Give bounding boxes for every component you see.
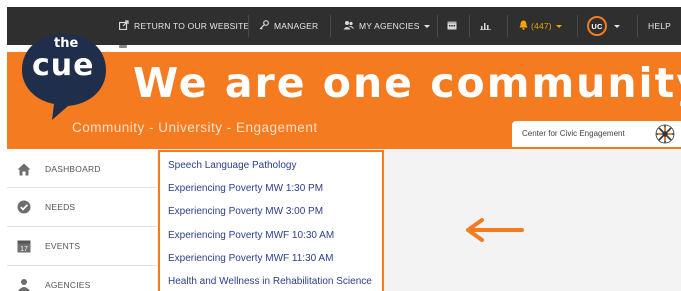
sidebar-item-label: AGENCIES (45, 280, 91, 290)
chevron-down-icon (614, 24, 620, 28)
agency-icon (7, 278, 41, 291)
user-menu[interactable]: UC (587, 7, 620, 45)
civic-engagement-label: Center for Civic Engagement (522, 129, 625, 138)
sidebar-item-agencies[interactable]: AGENCIES (7, 265, 157, 291)
chevron-down-icon (423, 24, 430, 28)
nav-divider (577, 15, 578, 37)
user-initials: UC (591, 21, 603, 31)
calendar-icon: 17 (7, 239, 41, 253)
bell-icon (519, 20, 528, 33)
notifications-dropdown[interactable]: (447) (519, 7, 562, 45)
external-link-icon (118, 19, 129, 33)
return-to-website-link[interactable]: RETURN TO OUR WEBSITE (118, 7, 250, 45)
notifications-count: (447) (531, 21, 552, 31)
stats-button[interactable] (480, 7, 491, 45)
nav-divider (248, 15, 249, 37)
banner-headline: We are one community. (133, 59, 681, 107)
return-to-website-label: RETURN TO OUR WEBSITE (134, 21, 250, 31)
dropdown-item[interactable]: Health and Wellness in Rehabilitation Sc… (168, 276, 372, 287)
chevron-down-icon (555, 24, 562, 28)
bar-chart-icon (480, 20, 491, 33)
sidebar: DASHBOARD NEEDS 17 EVENTS AGENCIES (7, 149, 157, 291)
sidebar-item-dashboard[interactable]: DASHBOARD (7, 149, 157, 189)
sidebar-item-needs[interactable]: NEEDS (7, 187, 157, 227)
nav-divider (469, 15, 470, 37)
dropdown-item[interactable]: Experiencing Poverty MWF 11:30 AM (168, 253, 333, 264)
manager-link[interactable]: MANAGER (259, 7, 318, 45)
arrow-left-icon (466, 218, 524, 247)
course-dropdown-list: Speech Language Pathology Experiencing P… (158, 150, 384, 291)
avatar: UC (587, 16, 607, 36)
the-cue-logo[interactable]: the cue (18, 30, 110, 122)
civic-engagement-badge: Center for Civic Engagement (512, 121, 681, 147)
sidebar-item-label: NEEDS (45, 202, 76, 212)
key-icon (259, 19, 269, 33)
check-circle-icon (7, 200, 41, 214)
calendar-icon (447, 20, 457, 33)
home-icon (7, 163, 41, 176)
dropdown-item[interactable]: Experiencing Poverty MW 1:30 PM (168, 183, 323, 194)
logo-text-cue: cue (32, 48, 95, 83)
sidebar-item-label: EVENTS (45, 241, 81, 251)
sidebar-item-events[interactable]: 17 EVENTS (7, 226, 157, 266)
users-icon (343, 20, 354, 33)
help-link[interactable]: HELP (648, 7, 671, 45)
nav-divider (637, 15, 638, 37)
nav-divider (507, 15, 508, 37)
sidebar-item-label: DASHBOARD (45, 164, 101, 174)
my-agencies-dropdown[interactable]: MY AGENCIES (343, 7, 430, 45)
my-agencies-label: MY AGENCIES (359, 21, 420, 31)
calendar-button[interactable] (447, 7, 457, 45)
calendar-day-text: 17 (20, 246, 28, 253)
manager-label: MANAGER (274, 21, 319, 31)
dropdown-item[interactable]: Experiencing Poverty MW 3:00 PM (168, 206, 323, 217)
dropdown-item[interactable]: Speech Language Pathology (168, 160, 296, 171)
nav-divider (330, 15, 331, 37)
banner-tagline: Community - University - Engagement (72, 120, 318, 135)
dropdown-item[interactable]: Experiencing Poverty MWF 10:30 AM (168, 230, 334, 241)
help-label: HELP (648, 21, 672, 31)
nav-divider (437, 15, 438, 37)
compass-logo-icon (655, 124, 675, 149)
